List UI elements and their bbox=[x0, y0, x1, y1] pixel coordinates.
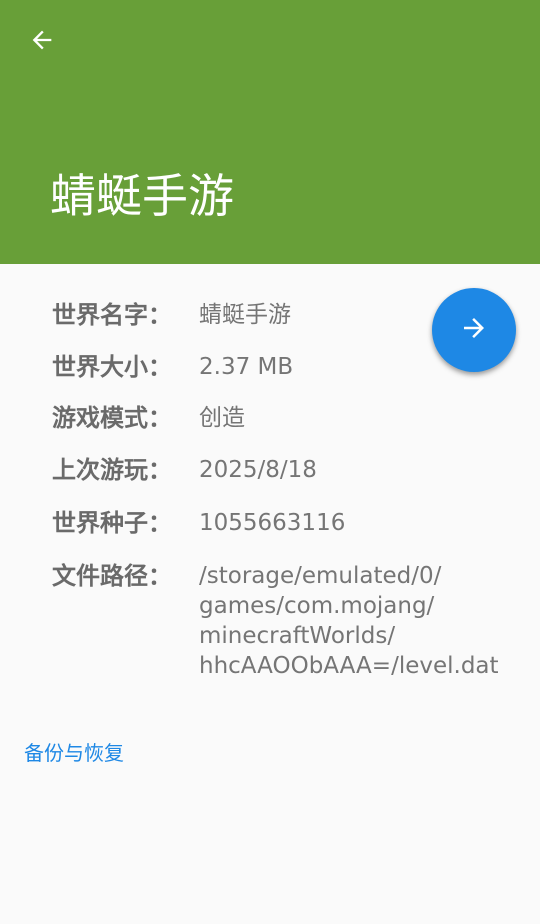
world-size-value: 2.37 MB bbox=[199, 354, 294, 380]
page-title: 蜻蜓手游 bbox=[50, 169, 234, 223]
world-name-value: 蜻蜓手游 bbox=[199, 302, 291, 328]
file-path-value: /storage/emulated/0/ games/com.mojang/ m… bbox=[199, 563, 499, 679]
file-path-label: 文件路径： bbox=[52, 562, 172, 590]
game-mode-value: 创造 bbox=[199, 405, 245, 431]
backup-restore-link[interactable]: 备份与恢复 bbox=[24, 740, 124, 766]
last-played-label: 上次游玩： bbox=[52, 456, 172, 484]
back-button[interactable] bbox=[22, 22, 62, 62]
world-seed-label: 世界种子： bbox=[52, 509, 172, 537]
world-size-label: 世界大小： bbox=[52, 353, 172, 381]
world-seed-value: 1055663116 bbox=[199, 510, 346, 536]
game-mode-label: 游戏模式： bbox=[52, 404, 172, 432]
world-name-label: 世界名字： bbox=[52, 301, 172, 329]
world-details-screen: 蜻蜓手游 世界名字： 蜻蜓手游 世界大小： 2.37 MB 游戏模式： 创造 上… bbox=[0, 0, 540, 924]
arrow-left-icon bbox=[28, 26, 56, 58]
app-bar: 蜻蜓手游 bbox=[0, 0, 540, 264]
last-played-value: 2025/8/18 bbox=[199, 457, 317, 483]
